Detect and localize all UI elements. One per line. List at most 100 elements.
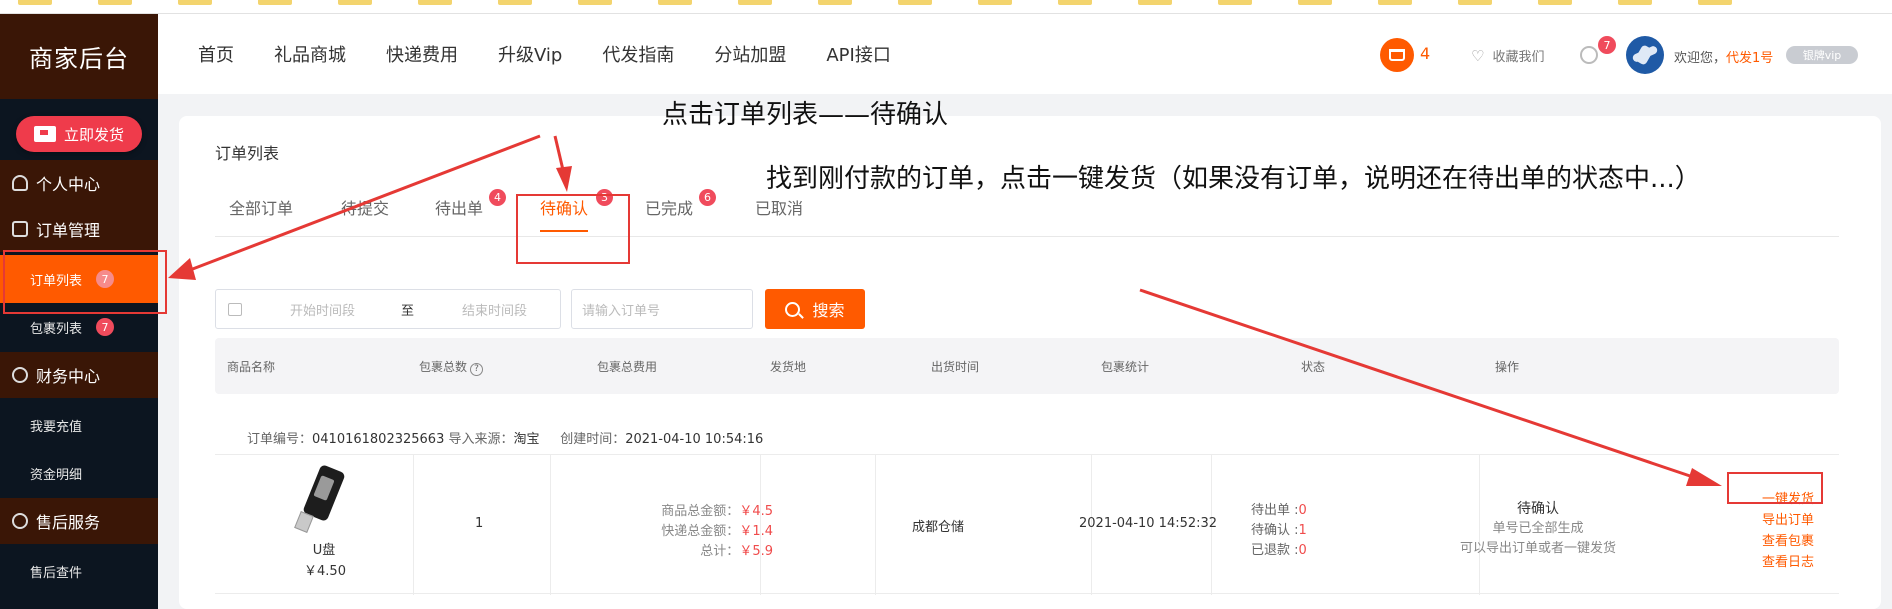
column-header: 商品名称 [227,360,276,374]
bookmark-folder-icon[interactable] [1058,0,1092,5]
search-icon [785,301,801,317]
bookmark-folder-icon[interactable] [1378,0,1412,5]
shipping-total: ￥1.4 [739,524,773,539]
message-icon[interactable] [1580,46,1598,64]
bookmark-folder-icon[interactable] [1298,0,1332,5]
view-packages-link[interactable]: 查看包裹 [1748,531,1828,552]
bookmark-folder-icon[interactable] [178,0,212,5]
sidebar-item-label: 我要充值 [30,419,83,435]
bookmark-folder-icon[interactable] [18,0,52,5]
warehouse: 成都仓储 [912,520,965,535]
pending-issue-label: 待出单 : [1251,503,1299,518]
status-hint: 可以导出订单或者一键发货 [1459,541,1616,556]
tab-all-orders[interactable]: 全部订单 [229,195,293,219]
tab-completed[interactable]: 已完成 6 [645,189,716,219]
grand-total: ￥5.9 [739,544,773,559]
bookmark-folder-icon[interactable] [818,0,852,5]
bookmark-folder-icon[interactable] [258,0,292,5]
message-badge: 7 [1598,36,1616,54]
start-date-input[interactable]: 开始时间段 [290,300,355,319]
tab-label: 已完成 [645,199,694,218]
avatar[interactable] [1626,36,1664,74]
refunded-count: 0 [1298,543,1307,558]
sidebar-item-fund-details[interactable]: 资金明细 [0,449,158,497]
column-header: 包裹总费用 [597,360,658,374]
cart-button[interactable] [1380,38,1414,72]
order-number-input[interactable]: 请输入订单号 [571,289,753,329]
order-status: 待确认 单号已全部生成 可以导出订单或者一键发货 [1418,499,1658,559]
date-range-separator: 至 [401,303,415,319]
bookmark-folder-icon[interactable] [1138,0,1172,5]
goods-total: ￥4.5 [739,504,773,519]
username[interactable]: 代发1号 [1726,51,1773,66]
sidebar-item-aftersales-track[interactable]: 售后查件 [0,547,158,595]
column-header: 包裹总数? [419,358,484,376]
brand-title: 商家后台 [0,14,158,99]
nav-gift-mall[interactable]: 礼品商城 [274,41,346,67]
bookmark-folder-icon[interactable] [658,0,692,5]
nav-shipping-fees[interactable]: 快递费用 [386,41,458,67]
view-log-link[interactable]: 查看日志 [1748,552,1828,573]
bookmark-folder-icon[interactable] [1458,0,1492,5]
welcome-label: 欢迎您， [1674,51,1727,66]
nav-upgrade-vip[interactable]: 升级Vip [498,41,562,67]
search-label: 搜索 [812,301,845,320]
column-divider [550,455,551,595]
sidebar-group-personal[interactable]: 个人中心 [0,160,158,206]
pending-issue-count: 0 [1298,503,1307,518]
table-header: 商品名称 包裹总数? 包裹总费用 发货地 出货时间 包裹统计 状态 操作 [215,338,1839,394]
usb-drive-image [287,464,357,535]
favorite-link[interactable]: ♡ 收藏我们 [1471,46,1545,66]
goods-total-label: 商品总金额： [661,504,740,519]
tab-cancelled[interactable]: 已取消 [755,195,803,219]
search-button[interactable]: 搜索 [765,289,865,329]
sidebar-group-finance[interactable]: 财务中心 [0,352,158,398]
tab-to-submit[interactable]: 待提交 [341,195,389,219]
sidebar-group-aftersales[interactable]: 售后服务 [0,498,158,544]
bookmark-folder-icon[interactable] [418,0,452,5]
sidebar-group-label: 订单管理 [36,221,101,240]
bookmark-folder-icon[interactable] [898,0,932,5]
import-source-label: 导入来源： [448,432,514,447]
bookmark-folder-icon[interactable] [978,0,1012,5]
bookmark-folder-icon[interactable] [578,0,612,5]
ship-now-button[interactable]: 立即发货 [16,116,142,152]
shipping-total-label: 快递总金额： [661,524,740,539]
status-main: 待确认 [1517,501,1559,517]
main-nav: 首页 礼品商城 快递费用 升级Vip 代发指南 分站加盟 API接口 [198,14,891,94]
date-range-picker[interactable]: 开始时间段 至 结束时间段 [215,289,561,329]
nav-franchise[interactable]: 分站加盟 [714,41,786,67]
top-navbar: 首页 礼品商城 快递费用 升级Vip 代发指南 分站加盟 API接口 4 ♡ 收… [158,14,1892,94]
sidebar-item-recharge[interactable]: 我要充值 [0,401,158,449]
vip-badge: 银牌vip [1786,46,1858,64]
export-order-link[interactable]: 导出订单 [1748,510,1828,531]
end-date-input[interactable]: 结束时间段 [462,300,527,319]
pending-confirm-count: 1 [1298,523,1307,538]
bookmark-folder-icon[interactable] [98,0,132,5]
user-icon [12,175,28,191]
bookmark-folder-icon[interactable] [338,0,372,5]
bookmark-folder-icon[interactable] [738,0,772,5]
truck-icon [33,126,56,142]
pending-confirm-label: 待确认 : [1251,523,1299,538]
sidebar-group-orders[interactable]: 订单管理 [0,206,158,252]
nav-home[interactable]: 首页 [198,41,234,67]
grand-total-label: 总计： [700,544,740,559]
column-header: 操作 [1495,360,1520,374]
favorite-label: 收藏我们 [1492,50,1545,65]
bookmark-folder-icon[interactable] [1618,0,1652,5]
tab-to-issue[interactable]: 待出单 4 [435,189,506,219]
tab-label: 已取消 [755,199,804,218]
bookmark-folder-icon[interactable] [1698,0,1732,5]
nav-guide[interactable]: 代发指南 [602,41,674,67]
bookmark-folder-icon[interactable] [498,0,532,5]
bookmark-folder-icon[interactable] [1218,0,1252,5]
package-fees: 商品总金额：￥4.5 快递总金额：￥1.4 总计：￥5.9 [563,502,773,562]
ship-now-label: 立即发货 [63,125,124,144]
tab-badge: 4 [489,189,506,206]
bookmark-folder-icon[interactable] [1538,0,1572,5]
ship-time: 2021-04-10 14:52:32 [1079,516,1218,531]
created-time: 2021-04-10 10:54:16 [625,432,764,447]
help-icon[interactable]: ? [470,362,484,376]
nav-api[interactable]: API接口 [826,41,890,67]
